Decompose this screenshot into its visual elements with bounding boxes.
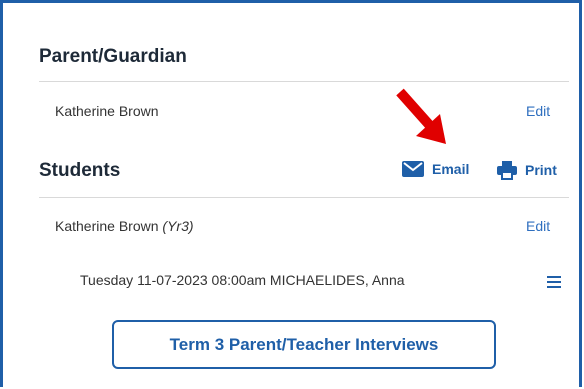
parent-edit-link[interactable]: Edit [526, 103, 550, 119]
student-row: Katherine Brown (Yr3) [55, 218, 194, 234]
print-label: Print [525, 162, 557, 178]
student-edit-link[interactable]: Edit [526, 218, 550, 234]
parent-name: Katherine Brown [55, 103, 159, 119]
term3-interviews-label: Term 3 Parent/Teacher Interviews [169, 334, 439, 354]
email-label: Email [432, 161, 470, 177]
divider [39, 197, 569, 198]
envelope-icon [402, 161, 424, 177]
parent-guardian-heading: Parent/Guardian [39, 46, 187, 67]
email-button[interactable]: Email [402, 161, 469, 177]
student-year: (Yr3) [162, 218, 194, 234]
term3-interviews-button[interactable]: Term 3 Parent/Teacher Interviews [112, 320, 496, 369]
hamburger-menu-icon[interactable] [547, 276, 561, 288]
divider [39, 81, 569, 82]
appointment-text: Tuesday 11-07-2023 08:00am MICHAELIDES, … [80, 272, 405, 288]
print-button[interactable]: Print [497, 160, 557, 180]
student-name: Katherine Brown [55, 218, 159, 234]
students-heading: Students [39, 160, 121, 181]
red-arrow-annotation [396, 88, 446, 144]
printer-icon [497, 161, 517, 180]
